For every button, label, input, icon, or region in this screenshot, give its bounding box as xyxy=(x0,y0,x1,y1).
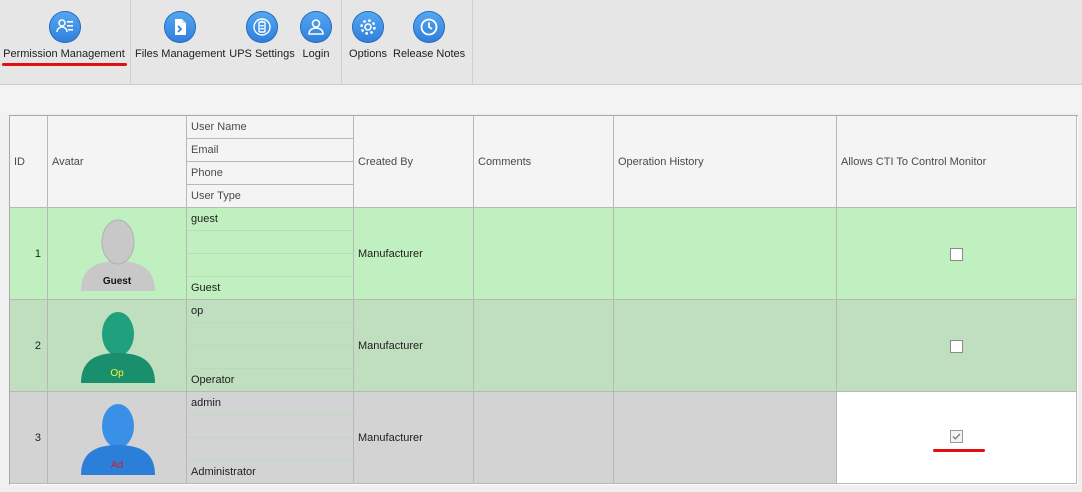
toolbar-separator xyxy=(130,0,131,84)
cell-user-name: guest xyxy=(187,208,354,231)
toolbar-separator xyxy=(341,0,342,84)
files-management-label: Files Management xyxy=(135,48,226,60)
checkmark-icon xyxy=(952,433,961,440)
user-type-value: Administrator xyxy=(191,466,256,478)
avatar-caption: Op xyxy=(110,368,124,379)
cell-allows-cti xyxy=(837,392,1077,484)
release-notes-label: Release Notes xyxy=(393,48,466,60)
column-header-user-type[interactable]: User Type xyxy=(187,185,354,208)
cell-created-by: Manufacturer xyxy=(354,208,474,300)
clock-icon xyxy=(413,11,445,43)
row-id: 3 xyxy=(34,431,41,444)
cell-created-by: Manufacturer xyxy=(354,300,474,392)
column-header-user-name[interactable]: User Name xyxy=(187,116,354,139)
user-name-value: admin xyxy=(191,397,221,409)
cell-comments xyxy=(474,208,614,300)
cell-email xyxy=(187,415,354,438)
toolbar-separator xyxy=(472,0,473,84)
column-header-allows-cti-label: Allows CTI To Control Monitor xyxy=(841,155,987,168)
cell-avatar: Guest xyxy=(48,208,187,300)
user-name-value: guest xyxy=(191,213,218,225)
column-header-user-name-label: User Name xyxy=(191,121,247,133)
cell-email xyxy=(187,323,354,346)
checkbox-highlight-underline xyxy=(933,449,985,452)
user-icon xyxy=(300,11,332,43)
cell-id: 1 xyxy=(10,208,48,300)
cell-allows-cti xyxy=(837,208,1077,300)
allows-cti-checkbox-checked[interactable] xyxy=(950,430,963,443)
users-grid: ID Avatar User Name Email Phone User Typ… xyxy=(9,115,1078,485)
cell-user-name: admin xyxy=(187,392,354,415)
avatar-caption: Guest xyxy=(102,276,132,287)
options-label: Options xyxy=(349,48,387,60)
files-management-button[interactable]: Files Management xyxy=(135,0,226,70)
cell-created-by: Manufacturer xyxy=(354,392,474,484)
column-header-phone[interactable]: Phone xyxy=(187,162,354,185)
avatar-caption: Ad xyxy=(110,460,124,471)
cell-operation-history xyxy=(614,208,837,300)
cell-user-type: Operator xyxy=(187,369,354,392)
column-header-email-label: Email xyxy=(191,144,219,156)
cell-user-name: op xyxy=(187,300,354,323)
cell-phone xyxy=(187,438,354,461)
login-button[interactable]: Login xyxy=(298,0,334,70)
toolbar-spacer xyxy=(0,85,1082,113)
column-header-allows-cti[interactable]: Allows CTI To Control Monitor xyxy=(837,116,1077,208)
column-header-avatar-label: Avatar xyxy=(52,155,84,168)
users-settings-icon xyxy=(49,11,81,43)
column-header-operation-history-label: Operation History xyxy=(618,155,704,168)
battery-icon xyxy=(246,11,278,43)
permission-management-label: Permission Management xyxy=(3,48,125,60)
column-header-avatar[interactable]: Avatar xyxy=(48,116,187,208)
user-type-value: Guest xyxy=(191,282,221,294)
cell-user-type: Administrator xyxy=(187,461,354,484)
column-header-comments-label: Comments xyxy=(478,155,532,168)
cell-operation-history xyxy=(614,392,837,484)
user-name-value: op xyxy=(191,305,204,317)
user-type-value: Operator xyxy=(191,374,235,386)
ribbon-toolbar: Permission Management Files Management U… xyxy=(0,0,1082,85)
created-by-value: Manufacturer xyxy=(358,431,423,444)
release-notes-button[interactable]: Release Notes xyxy=(393,0,465,70)
cell-avatar: Ad xyxy=(48,392,187,484)
row-id: 2 xyxy=(34,339,41,352)
created-by-value: Manufacturer xyxy=(358,247,423,260)
active-tab-underline xyxy=(2,63,127,66)
column-header-operation-history[interactable]: Operation History xyxy=(614,116,837,208)
cell-email xyxy=(187,231,354,254)
column-header-phone-label: Phone xyxy=(191,167,223,179)
column-header-id[interactable]: ID xyxy=(10,116,48,208)
column-header-comments[interactable]: Comments xyxy=(474,116,614,208)
cell-operation-history xyxy=(614,300,837,392)
column-header-email[interactable]: Email xyxy=(187,139,354,162)
login-label: Login xyxy=(302,48,330,60)
row-id: 1 xyxy=(34,247,41,260)
options-button[interactable]: Options xyxy=(346,0,390,70)
cell-id: 3 xyxy=(10,392,48,484)
cell-user-type: Guest xyxy=(187,277,354,300)
column-header-created-by-label: Created By xyxy=(358,155,414,168)
column-header-created-by[interactable]: Created By xyxy=(354,116,474,208)
cell-comments xyxy=(474,392,614,484)
cell-phone xyxy=(187,346,354,369)
cell-avatar: Op xyxy=(48,300,187,392)
column-header-user-type-label: User Type xyxy=(191,190,241,202)
cell-id: 2 xyxy=(10,300,48,392)
cell-phone xyxy=(187,254,354,277)
file-transfer-icon xyxy=(164,11,196,43)
allows-cti-checkbox[interactable] xyxy=(950,340,963,353)
gear-icon xyxy=(352,11,384,43)
cell-comments xyxy=(474,300,614,392)
cell-allows-cti xyxy=(837,300,1077,392)
ups-settings-label: UPS Settings xyxy=(229,48,295,60)
created-by-value: Manufacturer xyxy=(358,339,423,352)
permission-management-button[interactable]: Permission Management xyxy=(2,0,126,70)
column-header-id-label: ID xyxy=(14,155,25,168)
ups-settings-button[interactable]: UPS Settings xyxy=(228,0,296,70)
allows-cti-checkbox[interactable] xyxy=(950,248,963,261)
